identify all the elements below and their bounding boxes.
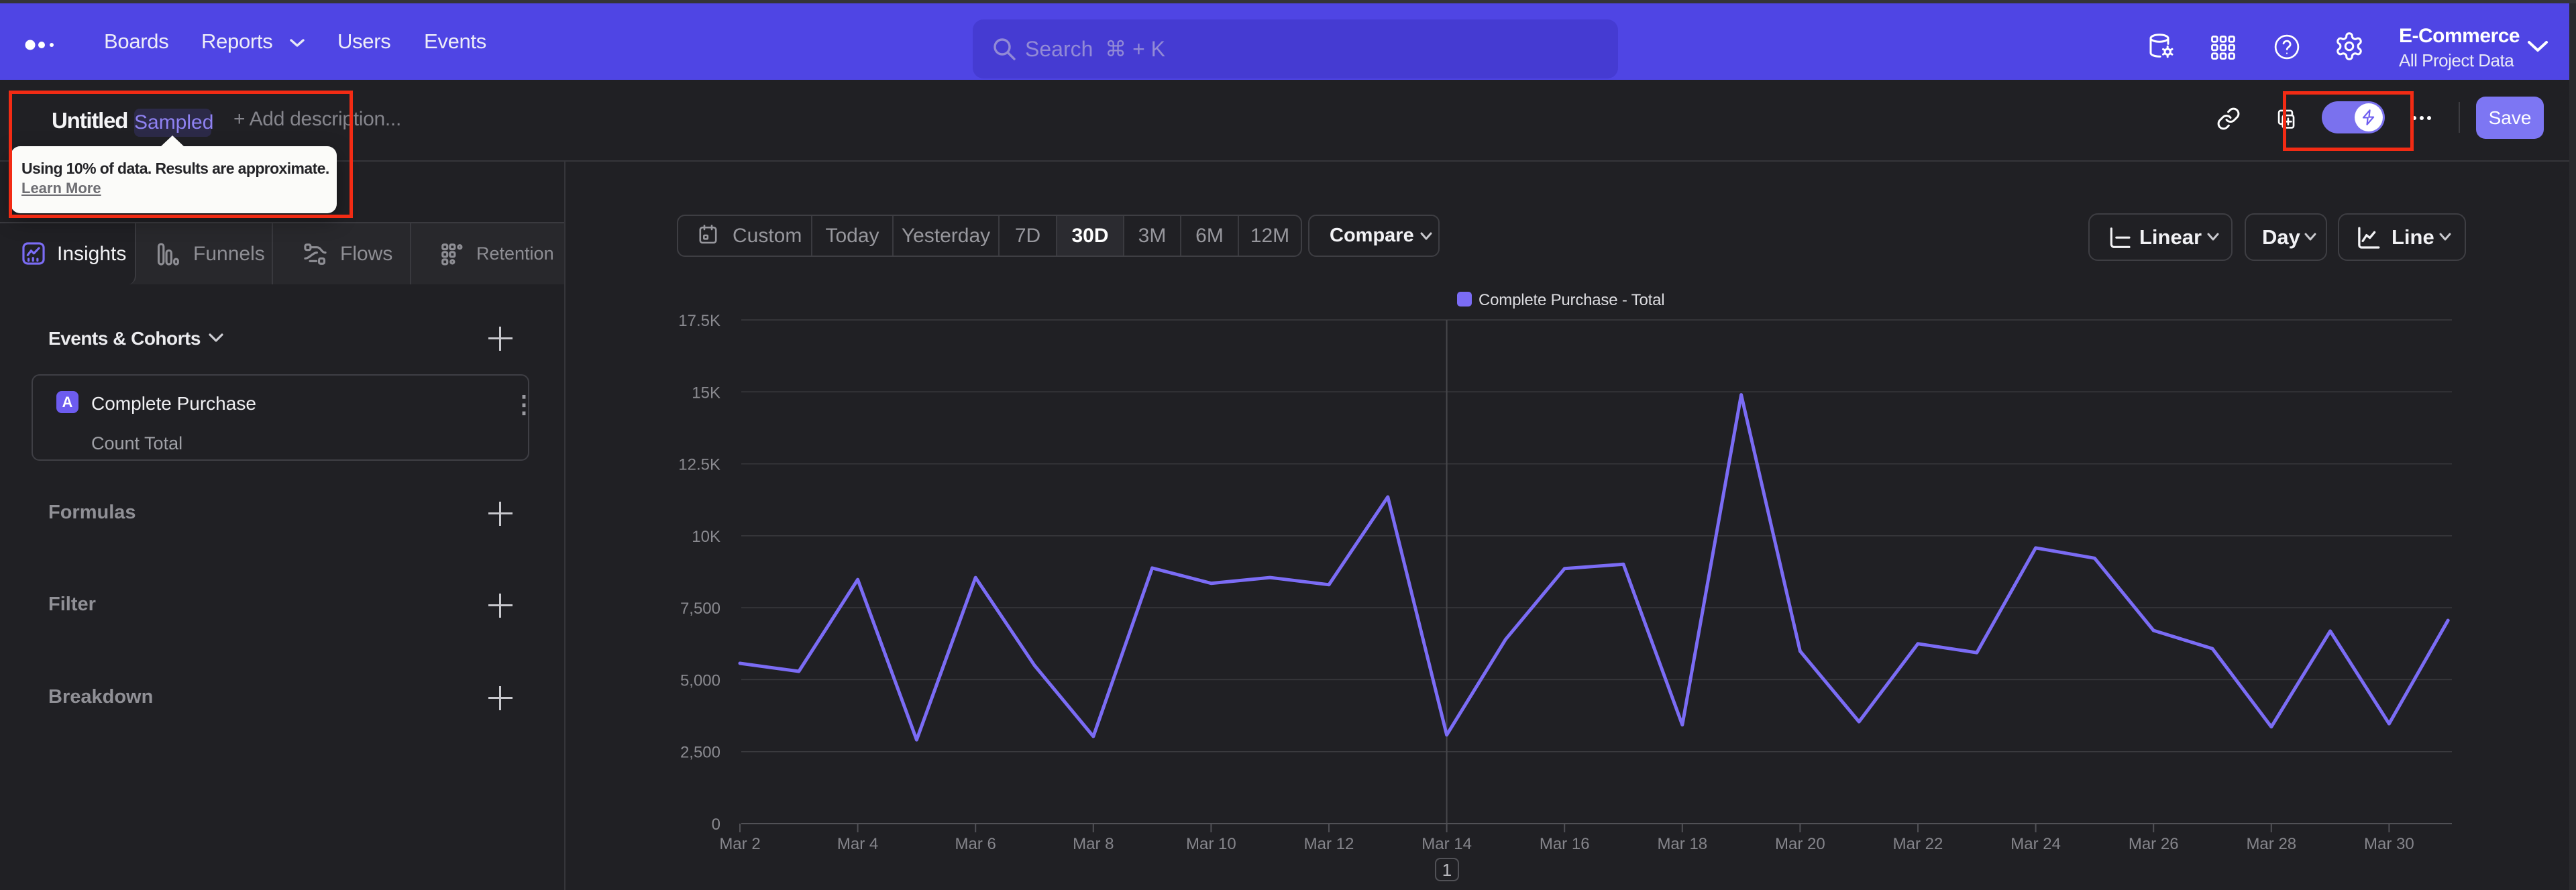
svg-text:15K: 15K [692,384,720,402]
svg-text:Mar 20: Mar 20 [1775,835,1825,853]
svg-text:Mar 22: Mar 22 [1893,835,1943,853]
svg-text:Mar 4: Mar 4 [837,835,878,853]
svg-text:Mar 18: Mar 18 [1657,835,1707,853]
svg-text:10K: 10K [692,528,720,546]
svg-text:Mar 6: Mar 6 [955,835,996,853]
svg-text:17.5K: 17.5K [678,312,720,330]
svg-text:Mar 30: Mar 30 [2364,835,2414,853]
svg-text:Mar 2: Mar 2 [719,835,760,853]
svg-text:Mar 8: Mar 8 [1073,835,1114,853]
svg-text:5,000: 5,000 [680,671,720,689]
svg-text:Mar 24: Mar 24 [2010,835,2061,853]
svg-text:Mar 26: Mar 26 [2129,835,2179,853]
svg-text:0: 0 [712,816,720,834]
svg-text:Mar 10: Mar 10 [1186,835,1236,853]
svg-text:7,500: 7,500 [680,600,720,618]
svg-text:2,500: 2,500 [680,744,720,762]
svg-text:Mar 28: Mar 28 [2246,835,2296,853]
svg-text:Mar 16: Mar 16 [1540,835,1590,853]
svg-text:Mar 14: Mar 14 [1421,835,1472,853]
svg-text:12.5K: 12.5K [678,456,720,474]
svg-text:Mar 12: Mar 12 [1304,835,1354,853]
